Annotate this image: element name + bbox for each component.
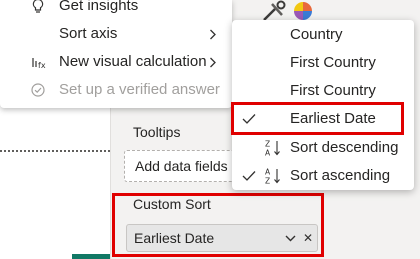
visual-calculation-icon: fx xyxy=(32,58,46,70)
sort-option-earliest-date[interactable]: Earliest Date xyxy=(232,105,414,133)
menu-item-verified-answer: Set up a verified answer xyxy=(0,76,232,104)
svg-text:Z: Z xyxy=(265,140,270,149)
sort-option-label: First Country xyxy=(290,82,376,99)
menu-item-label: New visual calculation xyxy=(59,53,207,70)
svg-text:A: A xyxy=(265,149,271,158)
svg-text:fx: fx xyxy=(38,61,46,70)
sort-option-country[interactable]: Country xyxy=(232,21,414,49)
menu-item-label: Sort axis xyxy=(59,25,118,42)
tooltips-placeholder: Add data fields xyxy=(135,158,228,174)
sort-option-ascending[interactable]: A Z Sort ascending xyxy=(232,162,414,190)
sort-axis-submenu: Country First Country First Country Earl… xyxy=(232,20,414,190)
menu-item-label: Get insights xyxy=(59,0,139,14)
checkmark-icon xyxy=(242,171,256,181)
sort-option-first-country[interactable]: First Country xyxy=(232,49,414,77)
tooltips-section-title: Tooltips xyxy=(133,124,181,140)
sort-option-label: Earliest Date xyxy=(290,110,376,127)
menu-item-get-insights[interactable]: Get insights xyxy=(0,0,232,20)
chevron-right-icon xyxy=(210,57,216,68)
visual-boundary-line xyxy=(0,150,110,152)
lightbulb-icon xyxy=(32,0,44,13)
menu-item-new-visual-calculation[interactable]: fx New visual calculation xyxy=(0,48,232,76)
menu-item-label: Set up a verified answer xyxy=(59,81,220,98)
menu-item-sort-axis[interactable]: Sort axis xyxy=(0,20,232,48)
custom-sort-section-title: Custom Sort xyxy=(133,196,211,212)
format-tools-icon[interactable] xyxy=(261,0,287,22)
analytics-pie-icon[interactable] xyxy=(291,0,315,22)
verified-check-icon xyxy=(31,83,45,97)
svg-text:A: A xyxy=(265,168,271,177)
visual-context-menu: Get insights Sort axis fx New visual cal… xyxy=(0,0,232,108)
remove-field-icon[interactable]: ✕ xyxy=(303,232,313,244)
sort-option-label: Sort descending xyxy=(290,139,399,156)
sort-option-label: Country xyxy=(290,26,343,43)
sort-option-descending[interactable]: Z A Sort descending xyxy=(232,134,414,162)
chevron-right-icon xyxy=(210,29,216,40)
sort-option-label: Sort ascending xyxy=(290,167,391,184)
tooltips-drop-well[interactable]: Add data fields xyxy=(124,150,242,182)
chevron-down-icon[interactable] xyxy=(285,233,296,244)
sort-descending-za-icon: Z A xyxy=(265,140,280,158)
sort-ascending-az-icon: A Z xyxy=(265,168,280,186)
svg-text:Z: Z xyxy=(265,177,270,186)
custom-sort-field-pill[interactable]: Earliest Date ✕ xyxy=(126,224,318,252)
custom-sort-field-label: Earliest Date xyxy=(134,230,215,246)
sort-option-first-country-2[interactable]: First Country xyxy=(232,77,414,105)
checkmark-icon xyxy=(242,114,256,124)
sort-option-label: First Country xyxy=(290,54,376,71)
